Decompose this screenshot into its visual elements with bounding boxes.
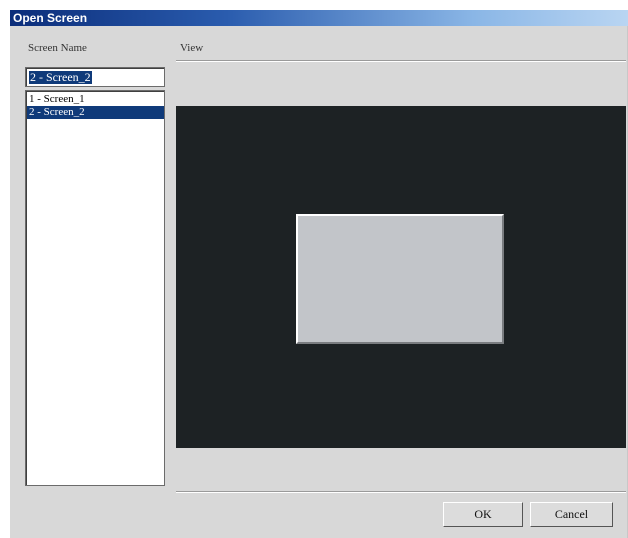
list-item-screen-1[interactable]: 1 - Screen_1 [27,93,164,106]
list-item-screen-2[interactable]: 2 - Screen_2 [27,106,164,119]
open-screen-dialog: Open Screen Screen Name View 2 - Screen_… [10,10,628,538]
screen-name-input[interactable]: 2 - Screen_2 [25,67,165,87]
view-label: View [180,42,204,54]
screen-name-label: Screen Name [28,42,87,54]
screen-name-input-value: 2 - Screen_2 [29,70,92,84]
view-preview-panel [176,106,626,448]
preview-screen-thumbnail [296,214,504,344]
view-top-divider [176,60,626,62]
title-bar[interactable]: Open Screen [10,10,628,26]
ok-button[interactable]: OK [443,502,523,527]
cancel-button[interactable]: Cancel [530,502,613,527]
button-area-divider [176,491,626,493]
screen-list[interactable]: 1 - Screen_1 2 - Screen_2 [25,90,165,486]
dialog-title: Open Screen [13,11,88,25]
